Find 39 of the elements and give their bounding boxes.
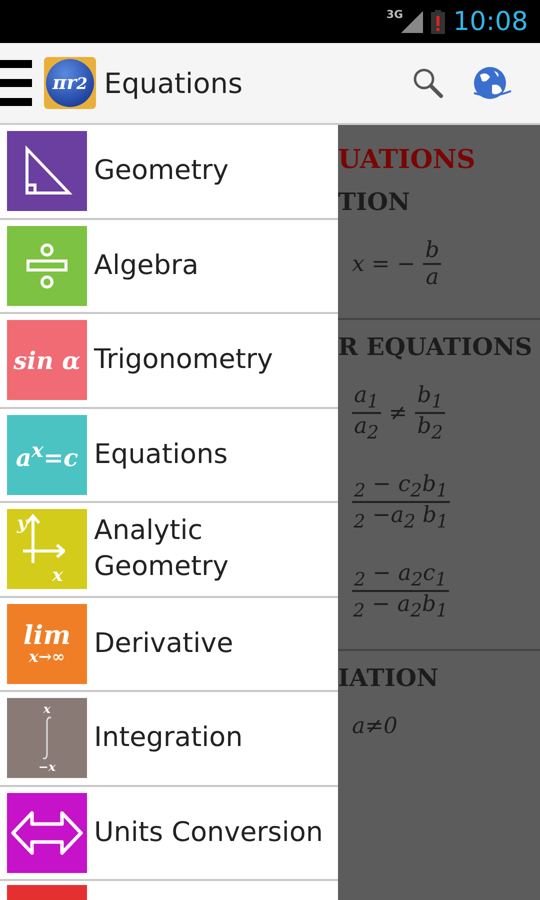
bound-text: −x: [38, 761, 56, 774]
signal-icon: [401, 10, 424, 32]
screen-title: Equations: [104, 66, 244, 100]
fraction: b$_{1}$ b$_{2}$: [415, 383, 445, 444]
drawer-item-label: Integration: [94, 721, 243, 756]
menu-icon[interactable]: [0, 60, 32, 106]
bound-text: x: [43, 703, 51, 716]
drawer-item-label: Geometry: [94, 154, 229, 188]
section-heading: TION: [338, 186, 411, 218]
section-heading: R EQUATIONS: [338, 331, 534, 363]
drawer-item-label: Units Conversion: [94, 816, 323, 850]
formula-icon: a$^{x}$=c: [16, 438, 78, 472]
axis-label: x: [52, 564, 63, 586]
drawer-item-label: Analytic Geometry: [94, 514, 230, 584]
clock: 10:08: [453, 6, 528, 36]
drawer-item[interactable]: Algebra: [0, 220, 338, 314]
fraction: a$_{1}$ a$_{2}$: [352, 383, 381, 444]
section-title: UATIONS: [338, 144, 476, 177]
fraction: b a: [423, 238, 442, 290]
integral-icon: [41, 715, 53, 762]
network-type: 3G: [386, 8, 404, 21]
drawer-item-label: Equations: [94, 438, 228, 472]
formula-text: x = −: [352, 252, 416, 276]
battery-alert-icon: [431, 10, 446, 34]
drawer-item-label: Algebra: [94, 248, 199, 283]
limit-text: x→∞: [28, 648, 66, 665]
formula-icon: sin α: [14, 346, 80, 375]
fraction: $_{2}$ − c$_{2}$b$_{1}$ $_{2}$ −a$_{2}$ b$_{1}$: [352, 472, 450, 533]
limit-text: lim: [23, 622, 71, 649]
drawer-item-label: Trigonometry: [94, 343, 273, 378]
drawer-item[interactable]: Units Conversion: [0, 786, 338, 881]
drawer-item-label: Derivative: [94, 626, 234, 661]
search-button[interactable]: [412, 67, 444, 99]
section-heading: IATION: [338, 662, 440, 694]
drawer-item[interactable]: a$^{x}$=c Equations: [0, 408, 338, 503]
formula-text: a≠0: [352, 714, 398, 740]
globe-button[interactable]: [472, 65, 512, 101]
formula-text: ≠: [388, 400, 408, 426]
fraction: $_{2}$ − a$_{2}$c$_{1}$ $_{2}$ − a$_{2}$b$_{1}$: [352, 560, 449, 622]
